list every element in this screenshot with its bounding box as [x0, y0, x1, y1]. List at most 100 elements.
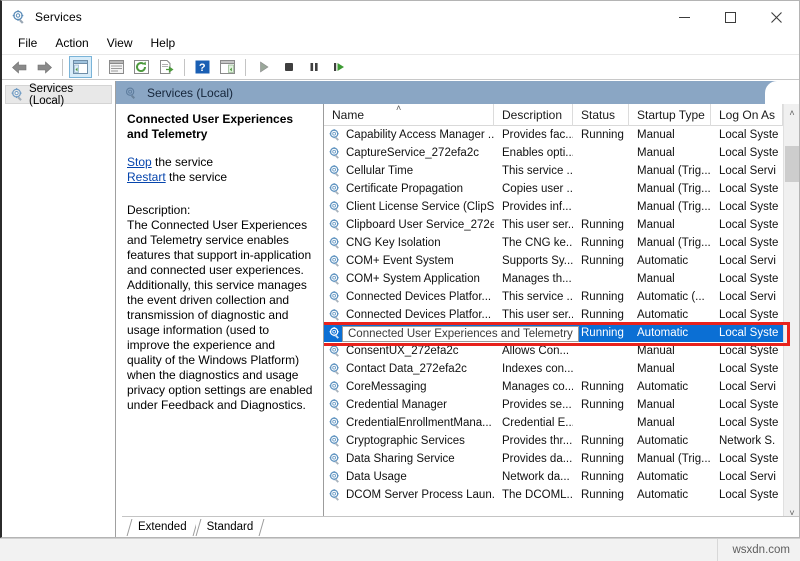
vertical-scrollbar[interactable]: ˄ ˅	[783, 104, 799, 521]
back-button[interactable]	[8, 56, 31, 78]
cell-name: Credential Manager	[324, 396, 494, 414]
table-row[interactable]: Credential ManagerProvides se...RunningM…	[324, 396, 799, 414]
export-list-button[interactable]	[155, 56, 178, 78]
maximize-button[interactable]	[707, 1, 753, 33]
sort-ascending-caret-icon: ˄	[396, 104, 401, 113]
cell-name: Contact Data_272efa2c	[324, 360, 494, 378]
table-row[interactable]: Capability Access Manager ...Provides fa…	[324, 126, 799, 144]
column-header-label: Description	[502, 108, 562, 122]
menu-help[interactable]: Help	[142, 34, 185, 53]
column-header-status[interactable]: Status	[573, 104, 629, 126]
table-row[interactable]: Connected Devices Platfor...This user se…	[324, 306, 799, 324]
table-row[interactable]: Client License Service (ClipS...Provides…	[324, 198, 799, 216]
grid-rows: Capability Access Manager ...Provides fa…	[324, 126, 799, 504]
show-action-pane-button[interactable]	[216, 56, 239, 78]
tree-node-services-local[interactable]: Services (Local)	[5, 85, 112, 104]
menu-action[interactable]: Action	[46, 34, 97, 53]
console-tree-pane: Services (Local)	[2, 81, 116, 537]
pane-corner-decoration	[765, 81, 799, 104]
service-name-text: Connected Devices Platfor...	[346, 288, 491, 306]
cell-status	[573, 414, 629, 432]
forward-button[interactable]	[33, 56, 56, 78]
table-row[interactable]: Contact Data_272efa2cIndexes con...Manua…	[324, 360, 799, 378]
table-row[interactable]: Certificate PropagationCopies user ...Ma…	[324, 180, 799, 198]
service-name-text: CredentialEnrollmentMana...	[346, 414, 492, 432]
menu-view[interactable]: View	[98, 34, 142, 53]
help-button[interactable]: ?	[191, 56, 214, 78]
start-service-button[interactable]	[252, 56, 275, 78]
table-row[interactable]: CaptureService_272efa2cEnables opti...Ma…	[324, 144, 799, 162]
table-row[interactable]: Cellular TimeThis service ...Manual (Tri…	[324, 162, 799, 180]
cell-log-on-as: Local Syste	[711, 486, 783, 504]
stop-service-button[interactable]	[277, 56, 300, 78]
service-name-text: Connected Devices Platfor...	[346, 306, 491, 324]
refresh-button[interactable]	[130, 56, 153, 78]
table-row[interactable]: ConsentUX_272efa2cAllows Con...ManualLoc…	[324, 342, 799, 360]
cell-log-on-as: Local Syste	[711, 324, 783, 342]
table-row[interactable]: CNG Key IsolationThe CNG ke...RunningMan…	[324, 234, 799, 252]
cell-name: CredentialEnrollmentMana...	[324, 414, 494, 432]
cell-startup-type: Automatic	[629, 306, 711, 324]
table-row[interactable]: COM+ System ApplicationManages th...Manu…	[324, 270, 799, 288]
column-header-startup-type[interactable]: Startup Type	[629, 104, 711, 126]
cell-status	[573, 162, 629, 180]
cell-description: Provides da...	[494, 450, 573, 468]
table-row[interactable]: Cryptographic ServicesProvides thr...Run…	[324, 432, 799, 450]
service-name-text: COM+ Event System	[346, 252, 454, 270]
cell-name: Data Sharing Service	[324, 450, 494, 468]
minimize-button[interactable]	[661, 1, 707, 33]
table-row[interactable]: Clipboard User Service_272e...This user …	[324, 216, 799, 234]
cell-description: This user ser...	[494, 216, 573, 234]
view-tabs: Extended Standard	[122, 516, 799, 537]
scroll-up-arrow-icon[interactable]: ˄	[784, 104, 799, 121]
cell-name: DCOM Server Process Laun...	[324, 486, 494, 504]
service-gear-icon	[328, 164, 342, 178]
close-button[interactable]	[753, 1, 799, 33]
cell-status: Running	[573, 126, 629, 144]
cell-log-on-as: Local Syste	[711, 342, 783, 360]
table-row[interactable]: CredentialEnrollmentMana...Credential E.…	[324, 414, 799, 432]
cell-description: This service ...	[494, 162, 573, 180]
cell-startup-type: Automatic	[629, 468, 711, 486]
show-hide-console-tree-button[interactable]	[69, 56, 92, 78]
service-name-text: DCOM Server Process Laun...	[346, 486, 494, 504]
menu-file[interactable]: File	[9, 34, 46, 53]
cell-name: CaptureService_272efa2c	[324, 144, 494, 162]
cell-startup-type: Manual	[629, 342, 711, 360]
pause-service-button[interactable]	[302, 56, 325, 78]
service-description-column: Connected User Experiences and Telemetry…	[116, 104, 324, 537]
table-row[interactable]: DCOM Server Process Laun...The DCOML...R…	[324, 486, 799, 504]
column-header-log-on-as[interactable]: Log On As	[711, 104, 783, 126]
cell-log-on-as: Local Syste	[711, 360, 783, 378]
cell-startup-type: Manual	[629, 414, 711, 432]
table-row[interactable]: CoreMessagingManages co...RunningAutomat…	[324, 378, 799, 396]
stop-service-suffix: the service	[152, 155, 213, 169]
cell-startup-type: Manual	[629, 144, 711, 162]
cell-startup-type: Automatic (...	[629, 288, 711, 306]
restart-service-button[interactable]	[327, 56, 350, 78]
cell-name: CNG Key Isolation	[324, 234, 494, 252]
vertical-scroll-thumb[interactable]	[785, 146, 799, 182]
service-name-text: Contact Data_272efa2c	[346, 360, 467, 378]
services-grid: Name˄ Description Status Startup TypeLog On…	[324, 104, 799, 521]
properties-button[interactable]	[105, 56, 128, 78]
services-window: Services File Action View Help	[0, 0, 800, 538]
table-row[interactable]: Connected Devices Platfor...This service…	[324, 288, 799, 306]
cell-log-on-as: Local Syste	[711, 450, 783, 468]
table-row[interactable]: COM+ Event SystemSupports Sy...RunningAu…	[324, 252, 799, 270]
tab-standard[interactable]: Standard	[196, 518, 263, 537]
tab-label: Extended	[138, 521, 187, 533]
window-controls	[661, 1, 799, 33]
cell-name: Connected Devices Platfor...	[324, 306, 494, 324]
restart-service-link[interactable]: Restart	[127, 170, 166, 184]
stop-service-link[interactable]: Stop	[127, 155, 152, 169]
column-header-name[interactable]: Name˄	[324, 104, 494, 126]
column-header-label: Status	[581, 108, 615, 122]
table-row[interactable]: Data Sharing ServiceProvides da...Runnin…	[324, 450, 799, 468]
tab-extended[interactable]: Extended	[127, 518, 196, 537]
toolbar-separator-1	[62, 59, 63, 76]
table-row[interactable]: Data UsageNetwork da...RunningAutomaticL…	[324, 468, 799, 486]
column-header-description[interactable]: Description	[494, 104, 573, 126]
cell-description: Supports Sy...	[494, 252, 573, 270]
svg-text:?: ?	[199, 62, 206, 74]
